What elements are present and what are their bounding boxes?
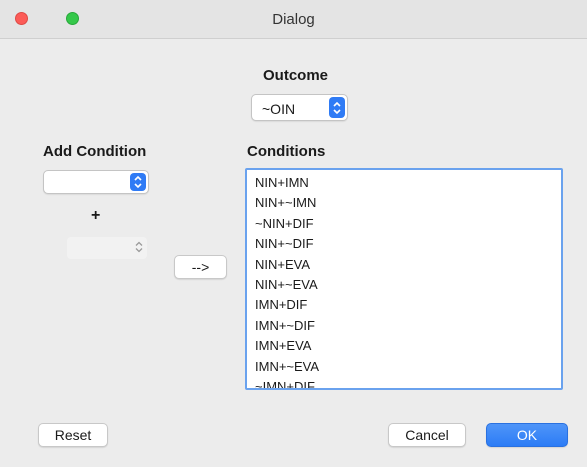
- outcome-select[interactable]: ~OIN: [251, 94, 348, 121]
- outcome-selected-value: ~OIN: [262, 101, 296, 117]
- condition-item[interactable]: NIN+~IMN: [255, 193, 561, 213]
- condition-item[interactable]: NIN+~DIF: [255, 234, 561, 254]
- cancel-button[interactable]: Cancel: [388, 423, 466, 447]
- add-condition-label: Add Condition: [43, 143, 147, 160]
- chevron-updown-icon: [130, 173, 146, 191]
- condition-item[interactable]: NIN+IMN: [255, 173, 561, 193]
- window-title: Dialog: [272, 11, 315, 28]
- ok-button[interactable]: OK: [486, 423, 568, 447]
- condition-item[interactable]: IMN+DIF: [255, 295, 561, 315]
- conditions-label: Conditions: [247, 143, 326, 160]
- chevron-updown-icon: [329, 97, 345, 118]
- plus-label: +: [91, 207, 101, 224]
- conditions-list[interactable]: NIN+IMN NIN+~IMN ~NIN+DIF NIN+~DIF NIN+EVA NI…: [245, 168, 563, 390]
- condition-item[interactable]: NIN+~EVA: [255, 275, 561, 295]
- stepper-arrows-icon[interactable]: [133, 239, 145, 255]
- condition-item[interactable]: IMN+~DIF: [255, 316, 561, 336]
- condition-item[interactable]: ~NIN+DIF: [255, 214, 561, 234]
- outcome-label: Outcome: [263, 67, 329, 84]
- title-bar: Dialog: [0, 0, 587, 39]
- condition-stepper[interactable]: [67, 237, 147, 259]
- condition-item[interactable]: NIN+EVA: [255, 255, 561, 275]
- condition-item[interactable]: IMN+~EVA: [255, 357, 561, 377]
- condition-item[interactable]: ~IMN+DIF: [255, 377, 561, 388]
- add-condition-select[interactable]: [43, 170, 149, 194]
- condition-item[interactable]: IMN+EVA: [255, 336, 561, 356]
- add-condition-arrow-button[interactable]: -->: [174, 255, 227, 279]
- reset-button[interactable]: Reset: [38, 423, 108, 447]
